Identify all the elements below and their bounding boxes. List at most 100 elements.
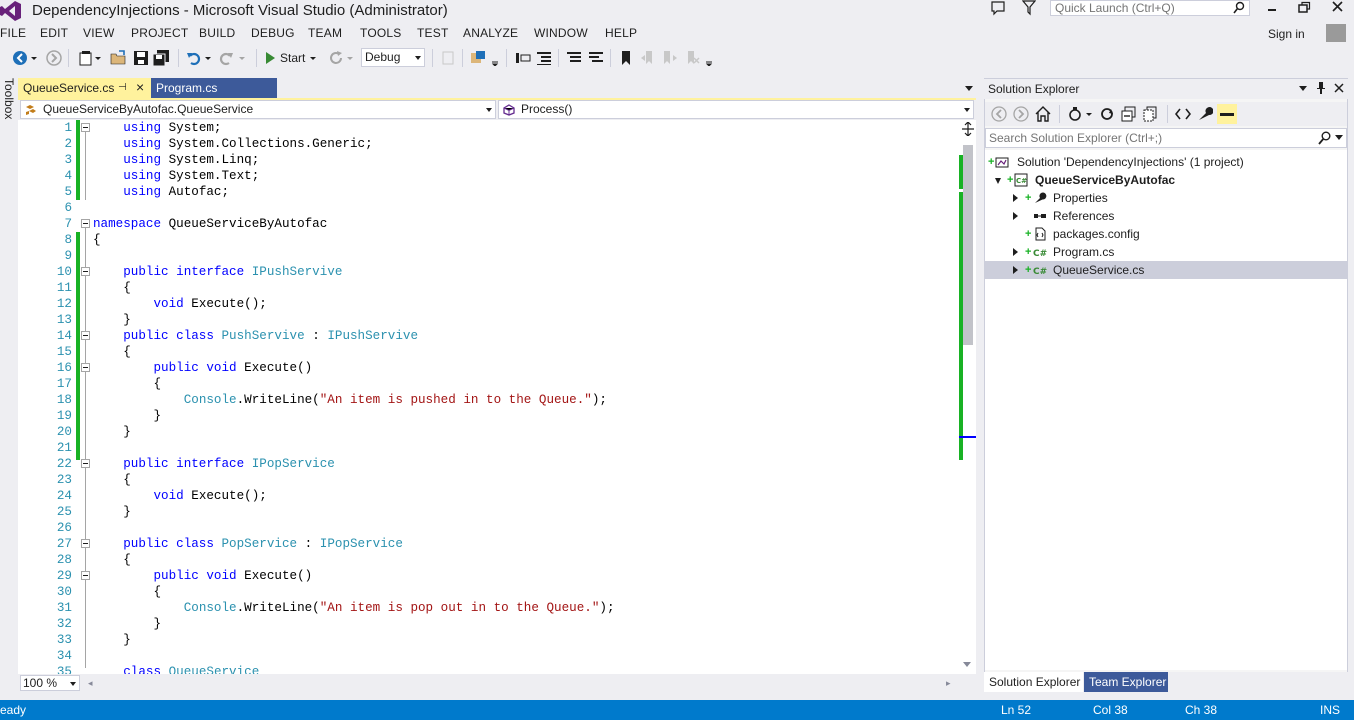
search-icon[interactable] — [1318, 131, 1332, 145]
menu-window[interactable]: WINDOW — [534, 26, 588, 40]
uncomment-lines-icon[interactable] — [588, 50, 604, 66]
menu-help[interactable]: HELP — [605, 26, 637, 40]
new-dropdown-icon[interactable] — [94, 50, 102, 66]
start-debugging-button[interactable]: Start — [264, 50, 317, 66]
menu-tools[interactable]: TOOLS — [360, 26, 401, 40]
collapsed-arrow-icon[interactable] — [1013, 212, 1018, 220]
code-text-area[interactable]: using System; using System.Collections.G… — [93, 120, 963, 676]
new-project-icon[interactable] — [78, 50, 94, 66]
toolbox-side-tab[interactable] — [0, 74, 18, 692]
forward-icon[interactable] — [1013, 106, 1029, 122]
start-dropdown-icon[interactable] — [309, 50, 317, 66]
collapsed-arrow-icon[interactable] — [1013, 248, 1018, 256]
bookmark-icon[interactable] — [618, 50, 634, 66]
refresh-icon[interactable] — [328, 50, 344, 66]
code-editor[interactable]: 1 2 3 4 5 6 7 8 9 10 11 12 13 14 15 16 17 18 19 20 21 22 23 24 2… — [18, 120, 976, 676]
scrollbar-thumb[interactable] — [963, 145, 973, 345]
collapse-toggle-icon[interactable] — [81, 219, 90, 228]
show-all-files-icon[interactable] — [1143, 106, 1159, 122]
indicator-margin[interactable] — [18, 120, 38, 676]
sync-with-document-icon[interactable] — [1099, 106, 1115, 122]
collapsed-arrow-icon[interactable] — [1013, 266, 1018, 274]
find-in-files-icon[interactable] — [470, 50, 486, 66]
collapse-toggle-icon[interactable] — [81, 459, 90, 468]
attach-icon[interactable] — [440, 50, 456, 66]
navigate-forward-icon[interactable] — [46, 50, 62, 66]
menu-view[interactable]: VIEW — [83, 26, 114, 40]
outdent-icon[interactable] — [515, 50, 531, 66]
close-icon[interactable] — [1334, 81, 1344, 95]
active-files-dropdown-icon[interactable] — [965, 86, 973, 91]
member-navigation-combo[interactable]: Process() — [498, 100, 974, 119]
refresh-dropdown-icon[interactable] — [346, 50, 354, 66]
type-navigation-combo[interactable]: QueueServiceByAutofac.QueueService — [20, 100, 496, 119]
indent-icon[interactable] — [536, 50, 552, 66]
previous-bookmark-icon[interactable] — [640, 50, 656, 66]
save-all-icon[interactable] — [153, 50, 169, 66]
tree-item-references[interactable]: References — [985, 207, 1347, 225]
tab-program-cs[interactable]: Program.cs — [151, 78, 277, 98]
solution-explorer-search[interactable] — [985, 128, 1347, 148]
tree-item-program-cs[interactable]: + C# Program.cs — [985, 243, 1347, 261]
editor-horizontal-scrollbar[interactable] — [84, 678, 954, 688]
tree-item-properties[interactable]: + Properties — [985, 189, 1347, 207]
search-options-dropdown-icon[interactable] — [1335, 135, 1343, 141]
scroll-right-icon[interactable]: ▸ — [946, 678, 951, 689]
view-code-icon[interactable] — [1175, 106, 1191, 122]
undo-icon[interactable] — [186, 50, 202, 66]
tree-item-solution[interactable]: + Solution 'DependencyInjections' (1 pro… — [985, 153, 1347, 171]
quick-launch-box[interactable] — [1050, 0, 1250, 16]
tree-item-queueservice-cs[interactable]: + C# QueueService.cs — [985, 261, 1347, 279]
undo-dropdown-icon[interactable] — [204, 50, 212, 66]
menu-analyze[interactable]: ANALYZE — [463, 26, 518, 40]
next-bookmark-icon[interactable] — [662, 50, 678, 66]
solution-search-input[interactable] — [986, 129, 1306, 147]
filter-feedback-icon[interactable] — [1022, 0, 1036, 16]
sign-in-link[interactable]: Sign in — [1268, 27, 1305, 41]
user-avatar-icon[interactable] — [1326, 24, 1346, 42]
close-icon[interactable] — [1328, 0, 1348, 16]
collapse-toggle-icon[interactable] — [81, 267, 90, 276]
pin-icon[interactable] — [1316, 81, 1326, 95]
menu-debug[interactable]: DEBUG — [251, 26, 295, 40]
menu-team[interactable]: TEAM — [308, 26, 342, 40]
menu-file[interactable]: FILE — [0, 26, 26, 40]
preview-selected-items-icon[interactable] — [1217, 104, 1237, 124]
scroll-left-icon[interactable]: ◂ — [88, 678, 93, 689]
search-icon[interactable] — [1233, 1, 1245, 15]
collapse-toggle-icon[interactable] — [81, 571, 90, 580]
filter-dropdown-icon[interactable] — [1085, 106, 1093, 122]
save-icon[interactable] — [133, 50, 149, 66]
clear-bookmarks-icon[interactable] — [684, 50, 700, 66]
collapse-toggle-icon[interactable] — [81, 363, 90, 372]
solution-configuration-select[interactable]: Debug — [361, 48, 425, 67]
redo-dropdown-icon[interactable] — [238, 50, 246, 66]
tab-team-explorer[interactable]: Team Explorer — [1084, 672, 1168, 692]
properties-wrench-icon[interactable] — [1197, 106, 1213, 122]
split-window-icon[interactable] — [962, 122, 974, 136]
menu-project[interactable]: PROJECT — [131, 26, 188, 40]
comment-lines-icon[interactable] — [566, 50, 582, 66]
menu-build[interactable]: BUILD — [199, 26, 235, 40]
menu-test[interactable]: TEST — [417, 26, 448, 40]
zoom-level-select[interactable]: 100 % — [20, 675, 80, 691]
back-dropdown-icon[interactable] — [30, 50, 38, 66]
tab-solution-explorer[interactable]: Solution Explorer — [984, 672, 1083, 692]
scroll-down-icon[interactable] — [963, 662, 971, 667]
pending-changes-filter-icon[interactable] — [1067, 106, 1083, 122]
minimize-icon[interactable] — [1262, 0, 1282, 16]
window-position-dropdown-icon[interactable] — [1298, 81, 1308, 95]
menu-edit[interactable]: EDIT — [40, 26, 68, 40]
tab-queueservice-cs[interactable]: QueueService.cs ⊣ × — [18, 78, 152, 98]
notifications-icon[interactable] — [990, 0, 1006, 16]
open-file-icon[interactable] — [110, 50, 126, 66]
toolbar-overflow-icon[interactable] — [490, 50, 500, 66]
expanded-arrow-icon[interactable] — [995, 178, 1001, 184]
pin-icon[interactable]: ⊣ — [118, 82, 127, 93]
solution-tree[interactable]: + Solution 'DependencyInjections' (1 pro… — [985, 150, 1347, 670]
toolbox-label[interactable]: Toolbox — [2, 78, 16, 119]
collapse-toggle-icon[interactable] — [81, 539, 90, 548]
collapsed-arrow-icon[interactable] — [1013, 194, 1018, 202]
tree-item-project[interactable]: + C# QueueServiceByAutofac — [985, 171, 1347, 189]
back-icon[interactable] — [991, 106, 1007, 122]
